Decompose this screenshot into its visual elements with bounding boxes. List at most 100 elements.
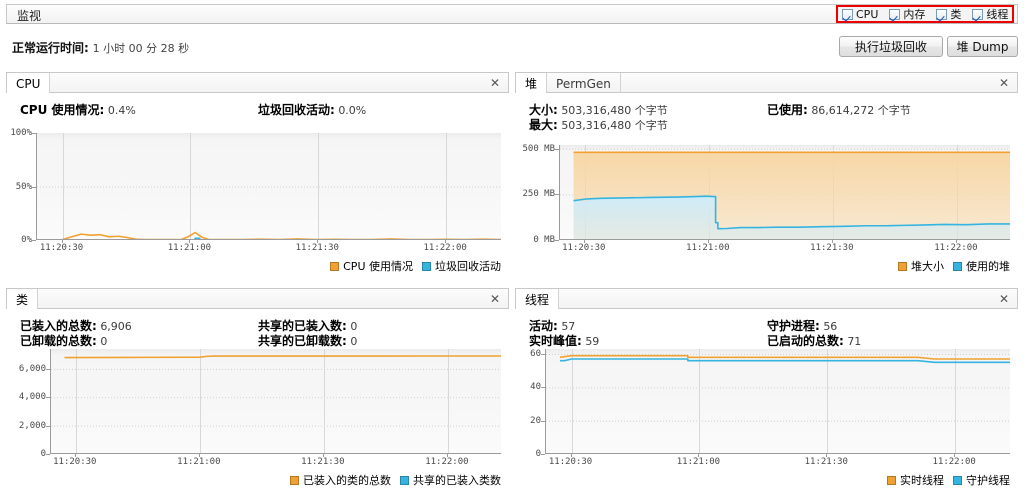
legend-swatch-icon xyxy=(330,261,340,271)
y-tick-mark xyxy=(541,454,545,455)
legend-item-threads-1[interactable]: 守护线程 xyxy=(953,472,1010,488)
x-tick-mark xyxy=(954,454,955,457)
checkbox-icon[interactable] xyxy=(972,8,984,20)
stat-value: 0 xyxy=(100,335,108,348)
legend-threads: 实时线程 守护线程 xyxy=(887,472,1010,488)
legend-swatch-icon xyxy=(290,475,299,485)
stat-label: 已使用: xyxy=(767,103,808,117)
y-tick-mark xyxy=(32,187,36,188)
stat-cpu-0: CPU 使用情况: 0.4% xyxy=(20,101,136,118)
close-icon[interactable]: ✕ xyxy=(998,292,1010,306)
legend-item-cpu-1[interactable]: 垃圾回收活动 xyxy=(422,258,501,274)
y-tick-label: 50% xyxy=(15,181,32,192)
close-icon[interactable]: ✕ xyxy=(489,76,501,90)
panel-tabs-heap[interactable]: 堆 PermGen xyxy=(516,73,621,94)
stat-classes-2: 已卸载的总数: 0 xyxy=(20,332,107,349)
legend-label: 垃圾回收活动 xyxy=(435,260,501,273)
panel-header-classes: 类 ✕ xyxy=(6,288,509,310)
tab-heap-0[interactable]: 堆 xyxy=(516,73,548,94)
chart-canvas xyxy=(560,145,1010,239)
y-tick-label: 60 xyxy=(530,349,541,359)
x-tick-mark xyxy=(571,454,572,457)
stat-heap-2: 最大: 503,316,480 个字节 xyxy=(529,116,668,133)
y-tick-label: 20 xyxy=(530,415,541,426)
stat-label: 共享的已装入数: xyxy=(258,319,347,333)
panel-body-classes: 已装入的总数: 6,906 共享的已装入数: 0 已卸载的总数: 0 共享的已卸载数:… xyxy=(6,309,509,499)
checkbox-icon[interactable] xyxy=(889,8,901,20)
y-tick-label: 4,000 xyxy=(18,392,46,403)
y-tick-mark xyxy=(46,426,50,427)
legend-item-heap-0[interactable]: 堆大小 xyxy=(898,258,944,274)
metric-toggle-3[interactable]: 线程 xyxy=(972,6,1008,22)
legend-swatch-icon xyxy=(400,475,409,485)
legend-swatch-icon xyxy=(422,261,431,271)
x-tick-mark xyxy=(317,240,318,243)
x-tick-mark xyxy=(956,240,957,243)
chart-heap[interactable]: 500 MB 250 MB 0 MB 11:20:30 11:21:00 11:21:30… xyxy=(522,144,1010,253)
close-icon[interactable]: ✕ xyxy=(998,76,1010,90)
close-icon[interactable]: ✕ xyxy=(489,292,501,306)
x-tick-label: 11:22:00 xyxy=(423,243,467,253)
legend-item-classes-1[interactable]: 共享的已装入类数 xyxy=(400,472,501,488)
chart-canvas xyxy=(37,133,501,239)
x-tick-label: 11:22:00 xyxy=(934,243,978,253)
chart-canvas xyxy=(51,349,501,453)
metric-toggle-2[interactable]: 类 xyxy=(936,6,961,22)
legend-swatch-icon xyxy=(953,261,962,271)
legend-item-classes-0[interactable]: 已装入的类的总数 xyxy=(290,472,391,488)
tab-heap-1[interactable]: PermGen xyxy=(547,73,621,94)
tab-classes-0[interactable]: 类 xyxy=(7,289,39,310)
checkbox-icon[interactable] xyxy=(936,8,948,20)
stat-label: 垃圾回收活动: xyxy=(258,103,335,117)
legend-label: 已装入的类的总数 xyxy=(303,474,391,487)
x-tick-mark xyxy=(826,454,827,457)
stat-value: 0 xyxy=(350,335,358,348)
legend-label: 堆大小 xyxy=(911,260,944,273)
metric-toggle-group[interactable]: CPU 内存 类 线程 xyxy=(836,5,1015,23)
y-tick-label: 40 xyxy=(530,382,541,393)
y-tick-mark xyxy=(541,387,545,388)
legend-label: 共享的已装入类数 xyxy=(413,474,501,487)
legend-label: 实时线程 xyxy=(900,474,944,487)
checkbox-icon[interactable] xyxy=(842,8,853,20)
chart-cpu[interactable]: 100% 50% 0% 11:20:30 11:21:00 11:21:30 11:22:0… xyxy=(10,128,501,253)
chart-threads[interactable]: 60 40 20 0 11:20:30 11:21:00 11:21:30 11:22:00 xyxy=(530,349,1010,467)
x-tick-label: 11:21:30 xyxy=(301,457,345,467)
chart-classes[interactable]: 6,000 4,000 2,000 0 11:20:30 11:21:00 11:21:30… xyxy=(19,349,501,467)
x-tick-mark xyxy=(323,454,324,457)
x-tick-mark xyxy=(189,240,190,243)
y-tick-mark xyxy=(541,354,545,355)
y-tick-label: 100% xyxy=(10,128,32,138)
legend-label: 守护线程 xyxy=(966,474,1010,487)
metric-toggle-0[interactable]: CPU xyxy=(842,8,878,21)
stat-value: 71 xyxy=(847,335,862,348)
uptime-value: 1 小时 00 分 28 秒 xyxy=(92,42,190,55)
panel-tabs-classes[interactable]: 类 xyxy=(7,289,39,310)
y-tick-label: 6,000 xyxy=(18,363,46,374)
x-tick-label: 11:21:30 xyxy=(295,243,339,253)
x-tick-label: 11:22:00 xyxy=(425,457,469,467)
legend-classes: 已装入的类的总数 共享的已装入类数 xyxy=(290,472,501,488)
y-tick-mark xyxy=(46,397,50,398)
legend-label: 使用的堆 xyxy=(966,260,1010,273)
plot-area-classes xyxy=(50,349,501,454)
perform-gc-button[interactable]: 执行垃圾回收 xyxy=(839,36,943,57)
legend-item-threads-0[interactable]: 实时线程 xyxy=(887,472,944,488)
x-tick-label: 11:20:30 xyxy=(548,457,593,467)
legend-swatch-icon xyxy=(953,475,962,485)
y-tick-mark xyxy=(555,194,559,195)
legend-item-heap-1[interactable]: 使用的堆 xyxy=(953,258,1010,274)
tab-cpu-0[interactable]: CPU xyxy=(7,73,51,94)
panel-tabs-threads[interactable]: 线程 xyxy=(516,289,560,310)
heap-dump-button[interactable]: 堆 Dump xyxy=(947,36,1018,57)
metric-toggle-label: 类 xyxy=(950,8,962,21)
stat-label: 守护进程: xyxy=(767,319,820,333)
metric-toggle-1[interactable]: 内存 xyxy=(889,6,925,22)
uptime-row: 正常运行时间: 1 小时 00 分 28 秒 xyxy=(12,39,189,56)
legend-item-cpu-0[interactable]: CPU 使用情况 xyxy=(330,258,413,274)
panel-tabs-cpu[interactable]: CPU xyxy=(7,73,51,94)
stat-classes-3: 共享的已卸载数: 0 xyxy=(258,332,357,349)
y-tick-mark xyxy=(541,421,545,422)
tab-threads-0[interactable]: 线程 xyxy=(516,289,560,310)
legend-swatch-icon xyxy=(887,475,896,485)
